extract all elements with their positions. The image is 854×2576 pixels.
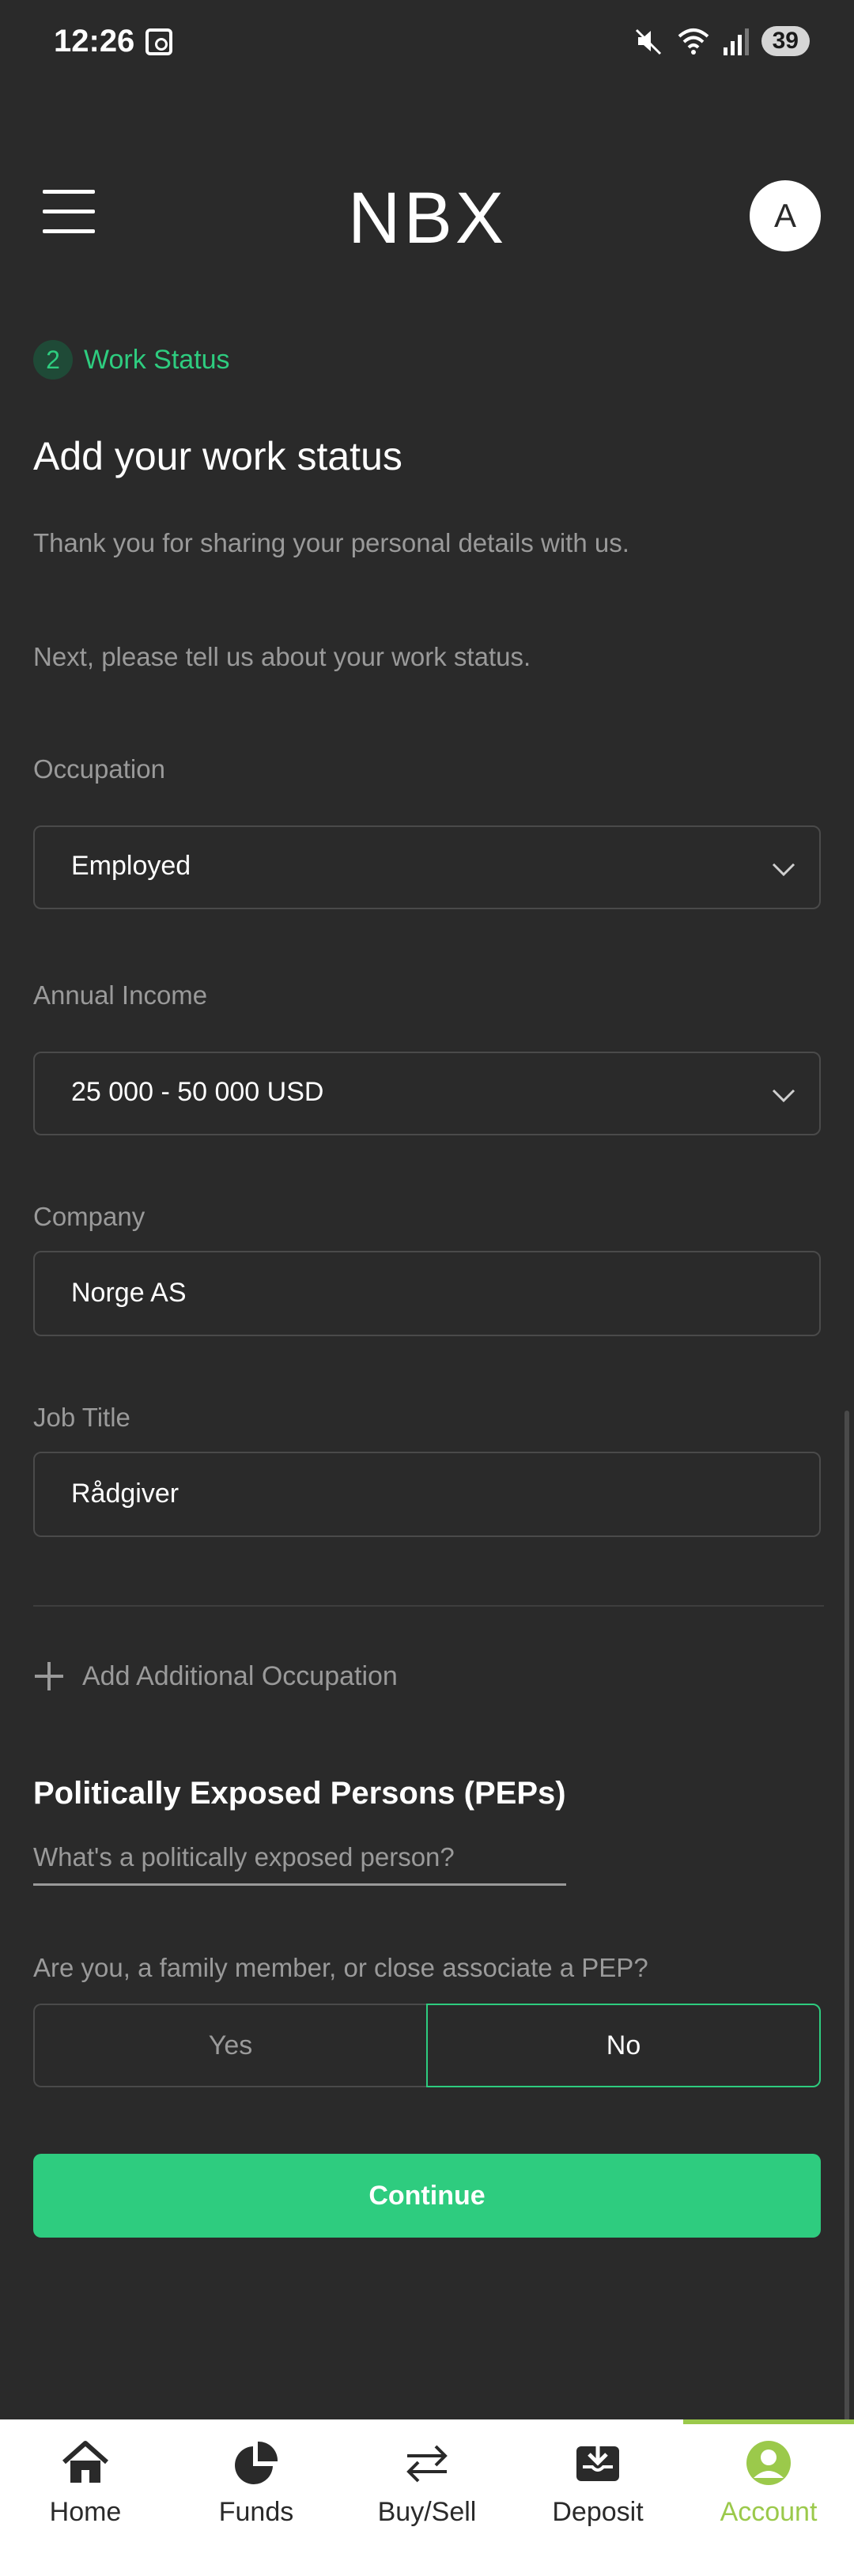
wifi-icon (678, 28, 709, 55)
pep-question: Are you, a family member, or close assoc… (33, 1953, 648, 1982)
income-value: 25 000 - 50 000 USD (71, 1077, 324, 1107)
pep-info-link[interactable]: What's a politically exposed person? (33, 1842, 566, 1886)
swap-arrows-icon (406, 2445, 448, 2483)
bottom-nav: Home Funds Buy/Sell Deposit Account (0, 2419, 854, 2576)
nav-item-deposit[interactable]: Deposit (512, 2419, 683, 2576)
job-title-input[interactable]: Rådgiver (33, 1452, 821, 1537)
status-time: 12:26 (54, 24, 135, 59)
page: 12:26 39 NBX A 2 Work Status Add your wo… (0, 0, 854, 2576)
nav-label-deposit: Deposit (552, 2497, 644, 2527)
income-select[interactable]: 25 000 - 50 000 USD (33, 1052, 821, 1135)
job-title-label: Job Title (33, 1403, 130, 1432)
nav-item-home[interactable]: Home (0, 2419, 171, 2576)
mute-icon (635, 28, 661, 55)
nav-item-account[interactable]: Account (683, 2419, 854, 2576)
hamburger-menu-icon[interactable] (43, 190, 95, 234)
intro-text: Thank you for sharing your personal deta… (33, 528, 629, 557)
app-header: NBX (0, 158, 854, 269)
company-input[interactable]: Norge AS (33, 1251, 821, 1336)
intro-text-next: Next, please tell us about your work sta… (33, 642, 531, 671)
scrollbar[interactable] (845, 1411, 849, 2423)
occupation-value: Employed (71, 851, 191, 881)
avatar[interactable]: A (750, 180, 821, 251)
pie-chart-icon (235, 2441, 278, 2484)
occupation-label: Occupation (33, 754, 165, 784)
pep-title: Politically Exposed Persons (PEPs) (33, 1776, 566, 1811)
screenshot-icon (145, 28, 172, 55)
chevron-down-icon (772, 1083, 795, 1107)
user-circle-icon (746, 2441, 791, 2485)
nav-label-account: Account (720, 2497, 818, 2527)
step-label: Work Status (84, 344, 230, 375)
nav-label-funds: Funds (218, 2497, 294, 2527)
company-label: Company (33, 1202, 145, 1231)
pep-no-button[interactable]: No (426, 2004, 821, 2087)
step-number: 2 (33, 340, 73, 380)
add-occupation-label: Add Additional Occupation (82, 1660, 398, 1691)
plus-icon (33, 1660, 65, 1692)
status-bar: 12:26 39 (0, 0, 854, 87)
app-logo: NBX (348, 178, 508, 259)
divider (33, 1605, 824, 1607)
signal-icon (723, 28, 749, 55)
chevron-down-icon (772, 857, 795, 881)
pep-toggle: Yes No (33, 2004, 821, 2087)
nav-label-home: Home (49, 2497, 122, 2527)
nav-label-buysell: Buy/Sell (377, 2497, 477, 2527)
income-label: Annual Income (33, 980, 208, 1010)
occupation-select[interactable]: Employed (33, 825, 821, 909)
job-title-value: Rådgiver (71, 1479, 179, 1509)
continue-button[interactable]: Continue (33, 2154, 821, 2238)
nav-item-funds[interactable]: Funds (171, 2419, 342, 2576)
nav-item-buysell[interactable]: Buy/Sell (342, 2419, 512, 2576)
page-title: Add your work status (33, 434, 402, 478)
home-icon (62, 2441, 108, 2483)
company-value: Norge AS (71, 1278, 187, 1308)
deposit-tray-icon (576, 2440, 619, 2481)
pep-yes-button[interactable]: Yes (33, 2004, 426, 2087)
battery-indicator: 39 (761, 26, 810, 56)
step-indicator: 2 Work Status (33, 340, 230, 380)
status-icons: 39 (633, 25, 810, 57)
add-occupation-button[interactable]: Add Additional Occupation (33, 1660, 398, 1692)
